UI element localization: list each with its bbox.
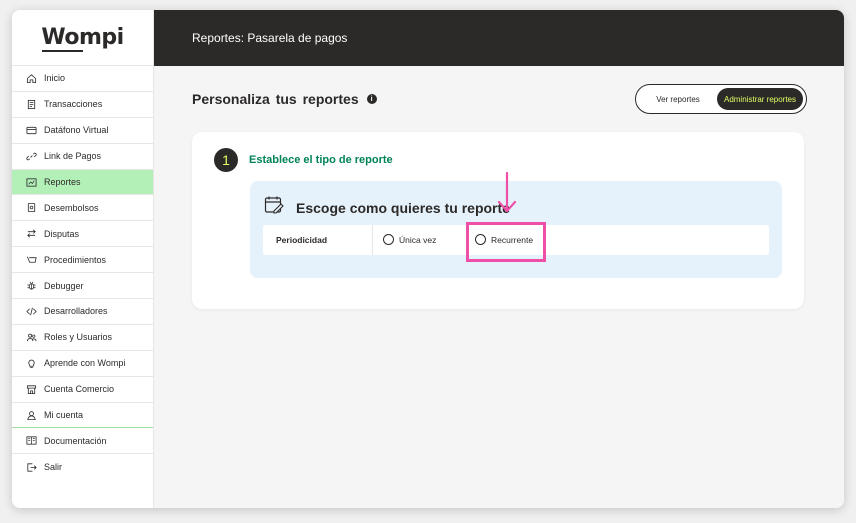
- sidebar-item-mi-cuenta[interactable]: Mi cuenta: [12, 403, 153, 429]
- sidebar-item-label: Disputas: [44, 228, 80, 239]
- top-bar: Reportes: Pasarela de pagos: [154, 10, 844, 66]
- step-number-badge: 1: [214, 148, 238, 172]
- sidebar-item-inicio[interactable]: Inicio: [12, 66, 153, 92]
- sidebar-item-reportes[interactable]: Reportes: [12, 169, 153, 196]
- app-window: Wompi Inicio Transacciones Datáfono Virt…: [12, 10, 844, 508]
- sidebar-item-documentacion[interactable]: Documentación: [12, 428, 153, 455]
- sidebar-item-debugger[interactable]: Debugger: [12, 273, 153, 300]
- panel-title: Escoge como quieres tu reporte: [296, 199, 510, 216]
- lightbulb-icon: [26, 358, 37, 369]
- sidebar-nav: Inicio Transacciones Datáfono Virtual Li…: [12, 66, 153, 480]
- sidebar-item-label: Reportes: [44, 177, 81, 187]
- swap-arrows-icon: [26, 228, 37, 239]
- sidebar-item-transacciones[interactable]: Transacciones: [12, 92, 153, 118]
- sidebar-item-label: Cuenta Comercio: [44, 384, 115, 395]
- sidebar-item-datafono-virtual[interactable]: Datáfono Virtual: [12, 118, 153, 144]
- procedures-icon: [26, 254, 37, 265]
- step-title: Establece el tipo de reporte: [249, 154, 393, 166]
- logo-area: Wompi: [12, 10, 153, 66]
- info-icon[interactable]: i: [366, 94, 377, 104]
- card-terminal-icon: [26, 125, 37, 136]
- logout-icon: [26, 462, 37, 473]
- manage-reports-button[interactable]: Administrar reportes: [717, 88, 803, 110]
- receipt-icon: [26, 99, 37, 110]
- sidebar-item-roles-y-usuarios[interactable]: Roles y Usuarios: [12, 325, 153, 351]
- sidebar-item-label: Salir: [44, 462, 63, 473]
- sidebar: Wompi Inicio Transacciones Datáfono Virt…: [12, 10, 154, 508]
- sidebar-item-disputas[interactable]: Disputas: [12, 221, 153, 248]
- step-header: 1 Establece el tipo de reporte: [214, 148, 393, 172]
- page-title: Personaliza tus reportes: [192, 91, 359, 107]
- sidebar-item-label: Datáfono Virtual: [44, 125, 109, 136]
- home-icon: [26, 73, 37, 84]
- calendar-edit-icon: [264, 195, 284, 220]
- option-label: Única vez: [399, 234, 437, 245]
- sidebar-item-link-de-pagos[interactable]: Link de Pagos: [12, 144, 153, 170]
- sidebar-item-label: Transacciones: [44, 99, 103, 110]
- link-icon: [26, 151, 37, 162]
- sidebar-item-aprende-con-wompi[interactable]: Aprende con Wompi: [12, 351, 153, 377]
- wompi-logo[interactable]: Wompi: [41, 25, 124, 52]
- panel-header: Escoge como quieres tu reporte: [264, 195, 510, 220]
- store-icon: [26, 384, 37, 395]
- sidebar-item-label: Roles y Usuarios: [44, 332, 113, 343]
- sidebar-item-desembolsos[interactable]: Desembolsos: [12, 195, 153, 222]
- main-content: Personaliza tus reportes i Ver reportes …: [154, 66, 844, 508]
- sidebar-item-label: Mi cuenta: [44, 410, 84, 421]
- radio-unica-vez[interactable]: [383, 234, 394, 245]
- page-header-title: Reportes: Pasarela de pagos: [192, 31, 348, 45]
- sidebar-item-label: Desembolsos: [44, 202, 99, 213]
- code-icon: [26, 306, 37, 317]
- view-reports-button[interactable]: Ver reportes: [639, 88, 717, 110]
- sidebar-item-label: Procedimientos: [44, 254, 107, 265]
- sidebar-item-label: Debugger: [44, 280, 84, 291]
- sidebar-item-procedimientos[interactable]: Procedimientos: [12, 247, 153, 274]
- sidebar-item-desarrolladores[interactable]: Desarrolladores: [12, 299, 153, 325]
- users-icon: [26, 332, 37, 343]
- periodicity-label: Periodicidad: [263, 225, 373, 255]
- page-heading: Personaliza tus reportes i: [192, 91, 377, 107]
- pointer-arrow-icon: [497, 172, 517, 213]
- report-icon: [26, 177, 37, 188]
- bug-icon: [26, 280, 37, 291]
- sidebar-item-salir[interactable]: Salir: [12, 454, 153, 480]
- sidebar-item-label: Documentación: [44, 435, 107, 446]
- sidebar-item-cuenta-comercio[interactable]: Cuenta Comercio: [12, 377, 153, 403]
- option-unica-vez[interactable]: Única vez: [383, 234, 436, 245]
- money-icon: [26, 202, 37, 213]
- sidebar-item-label: Desarrolladores: [44, 306, 108, 317]
- document-icon: [26, 435, 37, 446]
- sidebar-item-label: Inicio: [44, 73, 66, 84]
- report-mode-toggle: Ver reportes Administrar reportes: [635, 84, 807, 114]
- report-setup-card: 1 Establece el tipo de reporte Escoge co…: [192, 132, 804, 309]
- sidebar-item-label: Aprende con Wompi: [44, 358, 126, 369]
- recurrente-highlight-box: [466, 222, 546, 262]
- sidebar-item-label: Link de Pagos: [44, 151, 102, 162]
- user-icon: [26, 410, 37, 421]
